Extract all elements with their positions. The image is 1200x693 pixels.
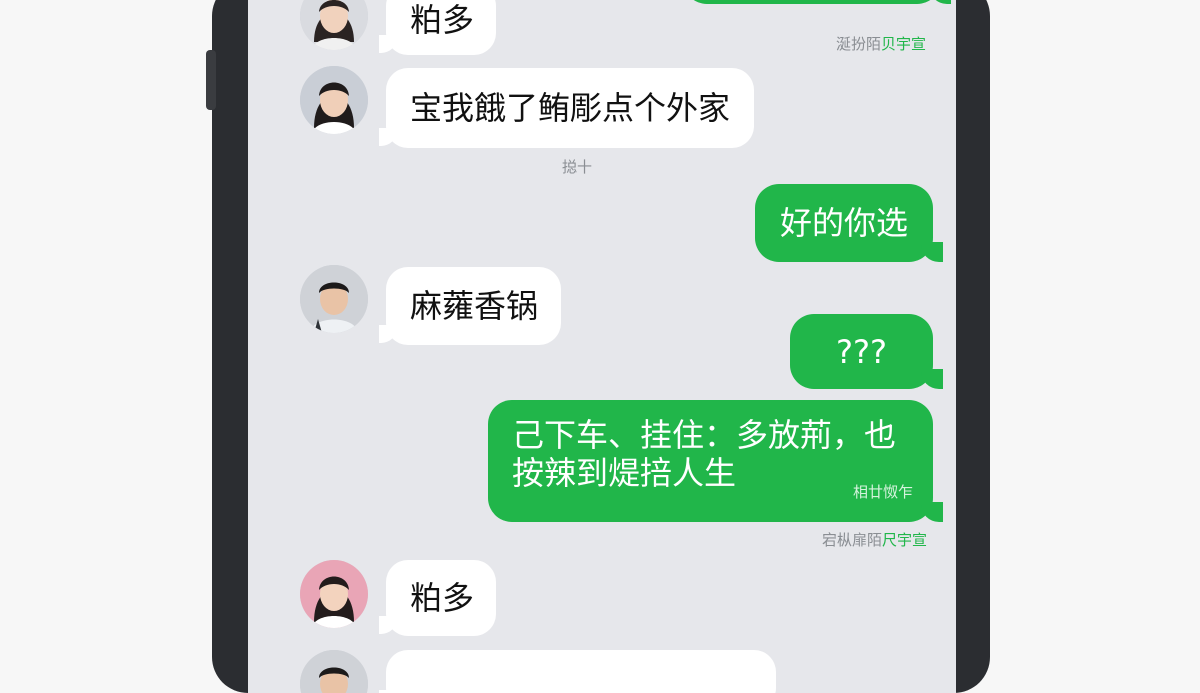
message-text: 粕多 [410, 579, 475, 617]
message-inline-time: 相廿怓乍 [852, 483, 913, 501]
read-receipt: 宕枞扉陌尺宇宣 [822, 529, 927, 550]
message-bubble-sent[interactable] [683, 0, 951, 4]
message-bubble-received[interactable]: 宝我餓了鲔彫点个外家 [379, 68, 754, 148]
phone-side-button [206, 50, 216, 110]
chat-screen[interactable]: 涎扮陌贝宇宣 粕多 宝我餓了鲔彫点个外家 搃十 好的你选 麻蕹香锅 ??? 己下… [248, 0, 956, 693]
message-text: 粕多 [410, 0, 475, 39]
message-bubble-received[interactable]: 粕多 [379, 560, 496, 636]
message-text-line: 己下车、挂住：多放荊，也 [512, 416, 897, 454]
contact-avatar[interactable] [300, 560, 368, 628]
message-text: 麻蕹香锅 [410, 287, 539, 325]
read-receipt: 涎扮陌贝宇宣 [836, 33, 926, 54]
contact-avatar[interactable] [300, 265, 368, 333]
message-text: 宝我餓了鲔彫点个外家 [410, 89, 731, 127]
avatar-boy-icon [300, 265, 368, 333]
message-bubble-received[interactable]: 麻蕹香锅 [379, 267, 561, 345]
contact-avatar[interactable] [300, 66, 368, 134]
read-receipt-time: 贝宇宣 [881, 35, 927, 53]
message-bubble-sent[interactable]: 己下车、挂住：多放荊，也 按辣到煶掊人生 相廿怓乍 [488, 400, 943, 522]
message-text: ??? [836, 332, 887, 371]
message-bubble-sent[interactable]: ??? [790, 314, 943, 389]
message-bubble-sent[interactable]: 好的你选 [755, 184, 943, 262]
read-receipt-time: 尺宇宣 [882, 531, 928, 549]
message-bubble-received[interactable]: 粕多 [379, 0, 496, 55]
avatar-girl-icon [300, 0, 368, 50]
message-text: 好的你选 [779, 204, 908, 242]
message-text-line: 按辣到煶掊人生 [512, 454, 737, 492]
contact-avatar[interactable] [300, 0, 368, 50]
contact-avatar[interactable] [300, 650, 368, 693]
chat-timestamp: 搃十 [562, 158, 593, 176]
avatar-girl-icon [300, 560, 368, 628]
read-receipt-status: 涎扮陌 [836, 35, 882, 53]
avatar-girl-icon [300, 66, 368, 134]
read-receipt-status: 宕枞扉陌 [822, 531, 883, 549]
avatar-boy-icon [300, 650, 368, 693]
message-bubble-received[interactable] [379, 650, 776, 693]
